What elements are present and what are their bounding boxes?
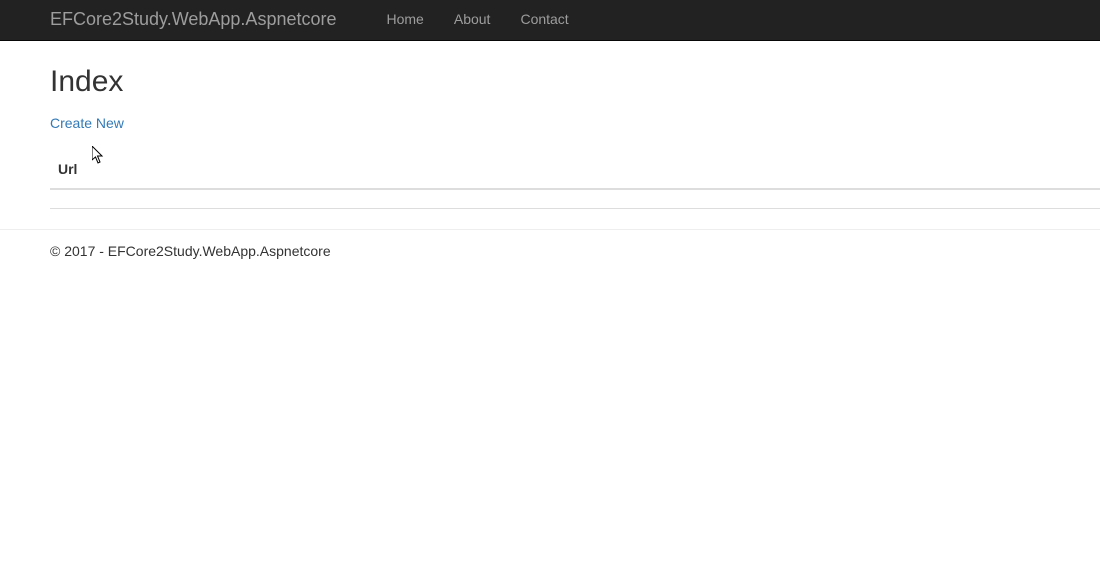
nav-link-about[interactable]: About	[439, 2, 506, 38]
footer-text: © 2017 - EFCore2Study.WebApp.Aspnetcore	[50, 242, 1100, 262]
table-header-actions	[773, 152, 1100, 189]
table-header-url: Url	[50, 152, 773, 189]
create-new-link[interactable]: Create New	[50, 114, 124, 134]
nav-links: Home About Contact	[372, 2, 584, 38]
navbar-brand[interactable]: EFCore2Study.WebApp.Aspnetcore	[50, 0, 352, 40]
table-row	[50, 189, 1100, 209]
footer-divider	[0, 229, 1100, 230]
table-cell	[50, 189, 773, 209]
footer: © 2017 - EFCore2Study.WebApp.Aspnetcore	[0, 242, 1100, 262]
nav-link-contact[interactable]: Contact	[505, 2, 583, 38]
nav-link-home[interactable]: Home	[372, 2, 439, 38]
page-title: Index	[50, 61, 1100, 104]
table-cell	[773, 189, 1100, 209]
data-table: Url	[50, 152, 1100, 209]
main-container: Index Create New Url	[0, 61, 1100, 209]
navbar: EFCore2Study.WebApp.Aspnetcore Home Abou…	[0, 0, 1100, 41]
